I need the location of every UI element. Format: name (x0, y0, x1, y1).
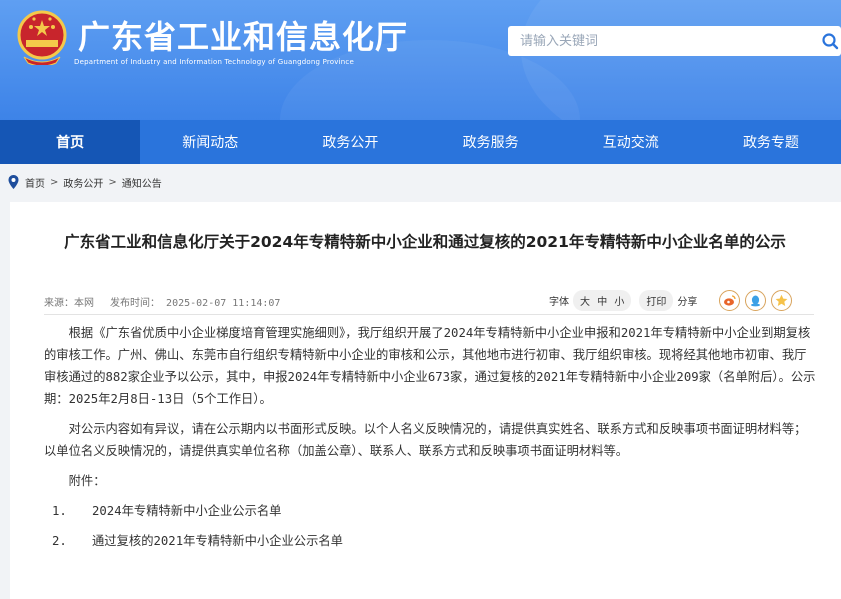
font-size-group: 大 中 小 (573, 290, 632, 311)
print-button[interactable]: 打印 (639, 290, 674, 311)
attachments-heading: 附件： (68, 474, 106, 488)
article-paragraph: 对公示内容如有异议，请在公示期内以书面形式反映。以个人名义反映情况的，请提供真实… (44, 422, 807, 458)
article-tools: 字体 大 中 小 打印 分享 (549, 290, 793, 311)
article-source: 来源：本网 (44, 298, 94, 309)
article-panel: 广东省工业和信息化厅关于2024年专精特新中小企业和通过复核的2021年专精特新… (10, 202, 841, 599)
site-subtitle: Department of Industry and Information T… (74, 58, 354, 66)
breadcrumb: 首页 > 政务公开 > 通知公告 (0, 164, 841, 200)
breadcrumb-item-home[interactable]: 首页 (25, 175, 45, 190)
nav-item-news[interactable]: 新闻动态 (140, 120, 280, 164)
site-header: 广东省工业和信息化厅 Department of Industry and In… (0, 0, 841, 120)
main-nav: 首页 新闻动态 政务公开 政务服务 互动交流 政务专题 (0, 120, 841, 164)
share-label: 分享 (677, 297, 698, 308)
attachment-number: 2. (52, 534, 67, 548)
weibo-icon[interactable] (719, 290, 741, 311)
breadcrumb-item-gov-affairs-public[interactable]: 政务公开 (63, 175, 103, 190)
font-size-large-button[interactable]: 大 (580, 297, 590, 308)
nav-item-interaction[interactable]: 互动交流 (561, 120, 701, 164)
search-input[interactable] (508, 26, 798, 56)
qzone-icon[interactable] (771, 290, 793, 311)
article-meta: 来源：本网 发布时间： 2025-02-07 11:14:07 (44, 294, 290, 309)
font-size-label: 字体 (549, 297, 569, 308)
font-size-medium-button[interactable]: 中 (597, 297, 607, 308)
nav-item-special-topics[interactable]: 政务专题 (701, 120, 841, 164)
location-pin-icon (8, 175, 19, 189)
search-box (508, 26, 841, 56)
national-emblem-icon[interactable] (16, 9, 68, 65)
article-paragraph: 根据《广东省优质中小企业梯度培育管理实施细则》，我厅组织开展了2024年专精特新… (44, 326, 816, 406)
font-size-small-button[interactable]: 小 (614, 297, 624, 308)
site-title[interactable]: 广东省工业和信息化厅 (78, 12, 408, 58)
qq-icon[interactable] (745, 290, 767, 311)
search-icon[interactable] (821, 32, 839, 50)
meta-divider (44, 314, 814, 315)
article-publish-time: 发布时间： 2025-02-07 11:14:07 (110, 298, 281, 309)
breadcrumb-item-notices[interactable]: 通知公告 (122, 175, 162, 190)
nav-item-gov-services[interactable]: 政务服务 (421, 120, 561, 164)
attachment-link[interactable]: 2024年专精特新中小企业公示名单 (92, 500, 281, 522)
article-body: 根据《广东省优质中小企业梯度培育管理实施细则》，我厅组织开展了2024年专精特新… (44, 322, 816, 560)
attachment-number: 1. (52, 504, 67, 518)
breadcrumb-separator: > (108, 176, 117, 188)
nav-item-gov-affairs-public[interactable]: 政务公开 (280, 120, 420, 164)
attachment-link[interactable]: 通过复核的2021年专精特新中小企业公示名单 (92, 530, 343, 552)
attachment-item: 1. 2024年专精特新中小企业公示名单 (44, 500, 816, 522)
nav-item-home[interactable]: 首页 (0, 120, 141, 164)
attachment-item: 2. 通过复核的2021年专精特新中小企业公示名单 (44, 530, 816, 552)
article-title: 广东省工业和信息化厅关于2024年专精特新中小企业和通过复核的2021年专精特新… (64, 233, 786, 251)
breadcrumb-separator: > (50, 176, 59, 188)
